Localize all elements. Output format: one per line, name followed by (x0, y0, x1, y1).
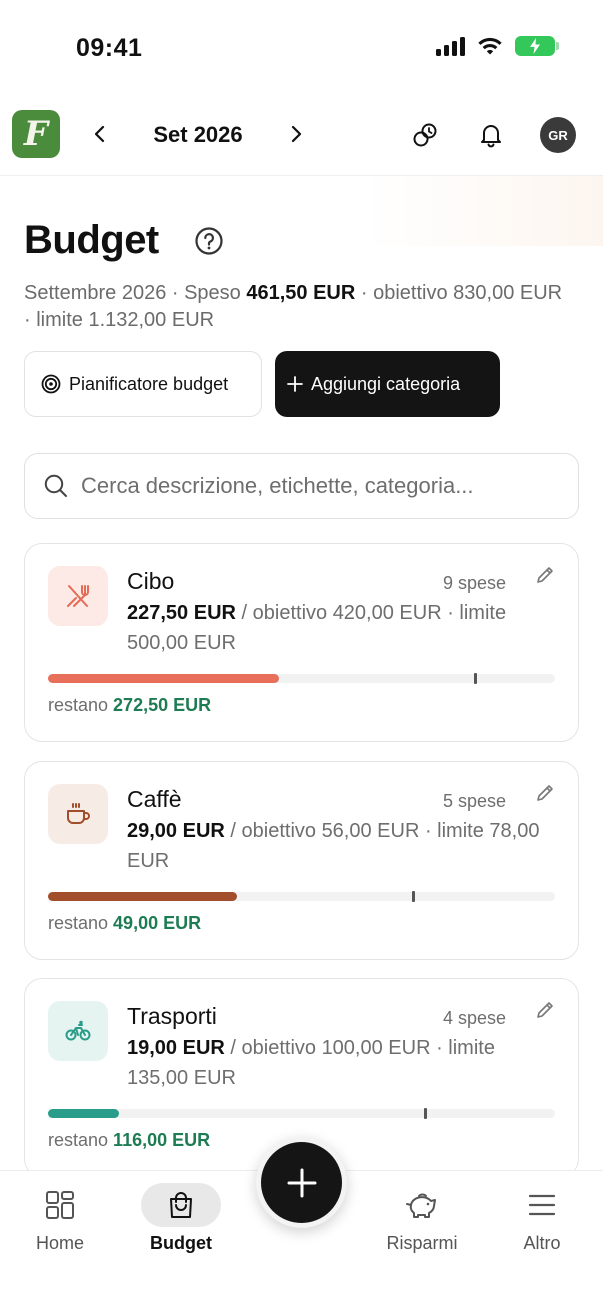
tab-label: Risparmi (386, 1233, 458, 1253)
category-progress-fill (48, 1109, 120, 1118)
tab-icon-wrap (382, 1183, 462, 1227)
tab-risparmi[interactable]: Risparmi (372, 1183, 472, 1263)
category-spent: 19,00 EUR (127, 1037, 225, 1059)
top-bar: F Set 2026 GR (0, 104, 603, 166)
current-month-label[interactable]: Set 2026 (140, 122, 256, 148)
remaining-amount: 116,00 EUR (113, 1130, 211, 1150)
tab-label: Budget (150, 1233, 212, 1253)
tab-altro[interactable]: Altro (492, 1183, 592, 1263)
category-remaining: restano 272,50 EUR (48, 695, 211, 716)
category-progress-track (48, 673, 555, 684)
category-progress-track (48, 891, 555, 902)
cellular-signal-icon (436, 36, 465, 56)
search-input[interactable] (81, 473, 551, 499)
category-target-marker (423, 1108, 427, 1119)
chevron-left-icon (94, 125, 105, 143)
grid-icon (46, 1191, 74, 1219)
status-time: 09:41 (76, 34, 143, 62)
budget-planner-button[interactable]: Pianificatore budget (24, 351, 262, 417)
category-progress-fill (48, 674, 279, 683)
sync-button[interactable] (408, 118, 442, 152)
category-name: Caffè (127, 786, 182, 812)
menu-icon (528, 1194, 556, 1216)
remaining-amount: 49,00 EUR (113, 913, 202, 933)
category-name: Trasporti (127, 1003, 217, 1029)
plus-icon (287, 376, 303, 392)
search-icon (44, 474, 67, 497)
category-expense-count: 4 spese (442, 1008, 506, 1028)
budget-summary: Settembre 2026 · Speso 461,50 EUR · obie… (24, 280, 564, 334)
next-month-button[interactable] (280, 118, 312, 150)
chevron-right-icon (291, 125, 302, 143)
fork-knife-icon (67, 585, 89, 607)
category-card-caffe[interactable]: Caffè 5 spese 29,00 EUR / obiettivo 56,0… (24, 761, 579, 960)
coffee-cup-icon (67, 803, 90, 824)
previous-month-button[interactable] (84, 118, 116, 150)
category-remaining: restano 49,00 EUR (48, 913, 201, 934)
category-icon-tile (48, 1001, 108, 1061)
category-spent: 29,00 EUR (127, 820, 225, 842)
tab-icon-wrap (20, 1183, 100, 1227)
bell-icon (481, 125, 501, 148)
category-detail: 19,00 EUR / obiettivo 100,00 EUR · limit… (127, 1033, 547, 1093)
app-logo-letter: F (23, 114, 49, 154)
bicycle-icon (65, 1020, 91, 1041)
help-icon[interactable] (194, 226, 224, 256)
tab-home[interactable]: Home (10, 1183, 110, 1263)
pencil-icon[interactable] (534, 564, 556, 586)
pencil-icon[interactable] (534, 999, 556, 1021)
summary-period: Settembre 2026 · Speso (24, 282, 247, 304)
category-detail: 29,00 EUR / obiettivo 56,00 EUR · limite… (127, 816, 547, 876)
remaining-amount: 272,50 EUR (113, 695, 212, 715)
category-detail: 227,50 EUR / obiettivo 420,00 EUR · limi… (127, 598, 547, 658)
category-card-cibo[interactable]: Cibo 9 spese 227,50 EUR / obiettivo 420,… (24, 543, 579, 742)
target-icon (41, 374, 61, 394)
tab-label: Altro (523, 1233, 561, 1253)
category-name: Cibo (127, 568, 175, 594)
tab-icon-wrap (502, 1183, 582, 1227)
category-spent: 227,50 EUR (127, 602, 236, 624)
remaining-label: restano (48, 695, 114, 715)
battery-charging-icon (515, 36, 559, 56)
pencil-icon[interactable] (534, 782, 556, 804)
user-avatar[interactable]: GR (540, 117, 576, 153)
remaining-label: restano (48, 913, 114, 933)
tab-budget[interactable]: Budget (131, 1183, 231, 1263)
budget-planner-label: Pianificatore budget (69, 373, 229, 394)
category-target-marker (473, 673, 477, 684)
add-category-label: Aggiungi categoria (311, 373, 461, 394)
category-expense-count: 9 spese (442, 573, 506, 593)
category-icon-tile (48, 784, 108, 844)
piggy-bank-icon (406, 1193, 436, 1218)
sync-clock-icon (413, 123, 437, 147)
category-expense-count: 5 spese (442, 791, 506, 811)
category-target-marker (412, 891, 416, 902)
remaining-label: restano (48, 1130, 114, 1150)
summary-spent: 461,50 EUR (246, 282, 356, 304)
category-progress-fill (48, 892, 237, 901)
shopping-bag-icon (170, 1192, 192, 1218)
category-progress-track (48, 1108, 555, 1119)
category-remaining: restano 116,00 EUR (48, 1130, 210, 1151)
status-icons (436, 36, 559, 56)
status-bar: 09:41 (0, 0, 603, 96)
add-category-button[interactable]: Aggiungi categoria (275, 351, 500, 417)
app-logo[interactable]: F (12, 110, 60, 158)
tab-label: Home (35, 1233, 84, 1253)
search-bar[interactable] (24, 453, 579, 519)
plus-icon (287, 1168, 316, 1197)
notifications-button[interactable] (474, 118, 508, 152)
tab-icon-wrap (141, 1183, 221, 1227)
add-expense-fab[interactable] (256, 1137, 347, 1228)
page-title: Budget (24, 218, 159, 262)
category-icon-tile (48, 566, 108, 626)
wifi-icon (478, 37, 502, 55)
